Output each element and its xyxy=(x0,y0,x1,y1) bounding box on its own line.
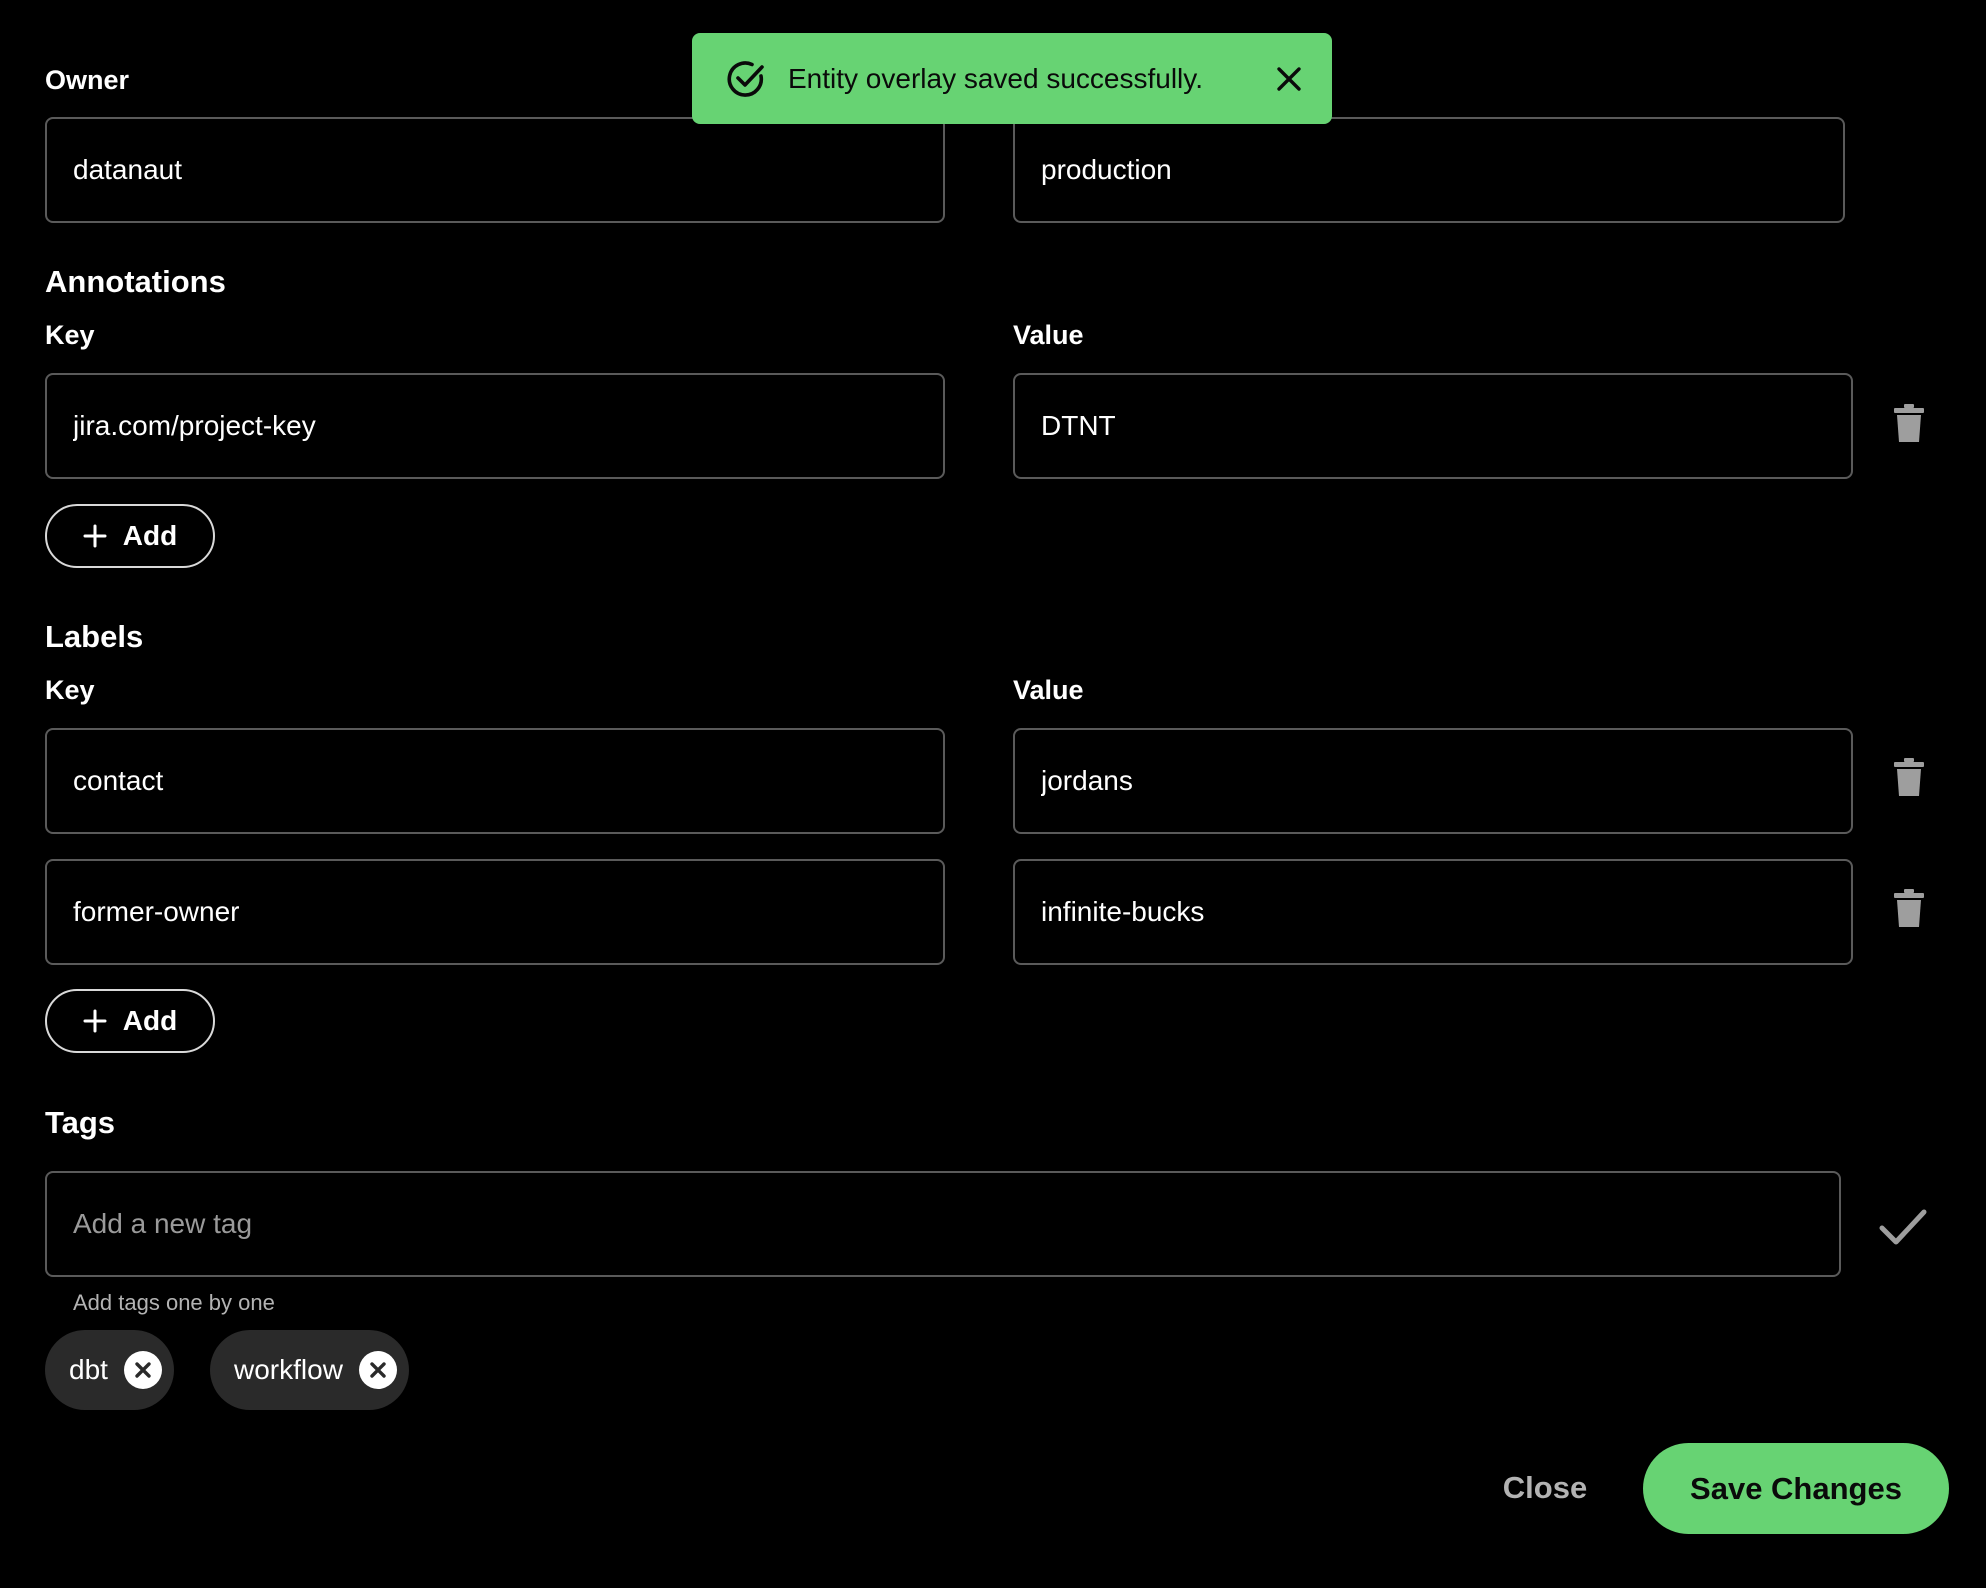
checkmark-icon[interactable] xyxy=(1876,1200,1930,1254)
label-key-field[interactable] xyxy=(45,859,945,965)
trash-icon[interactable] xyxy=(1894,758,1924,796)
label-value-input[interactable] xyxy=(1041,896,1851,928)
lifecycle-field[interactable] xyxy=(1013,117,1845,223)
owner-input[interactable] xyxy=(73,154,943,186)
tag-chip-label: workflow xyxy=(234,1354,343,1385)
annotations-title: Annotations xyxy=(45,264,226,299)
label-value-field[interactable] xyxy=(1013,728,1853,834)
tag-chip-label: dbt xyxy=(69,1354,108,1385)
annotations-key-label: Key xyxy=(45,320,95,350)
check-circle-icon xyxy=(727,60,764,97)
labels-title: Labels xyxy=(45,619,144,654)
labels-value-label: Value xyxy=(1013,675,1084,705)
annotation-value-input[interactable] xyxy=(1041,410,1851,442)
annotation-key-field[interactable] xyxy=(45,373,945,479)
close-circle-icon[interactable] xyxy=(358,1351,397,1389)
add-annotation-button[interactable]: Add xyxy=(45,504,215,568)
add-label-button[interactable]: Add xyxy=(45,989,215,1053)
owner-label: Owner xyxy=(45,65,130,95)
trash-icon[interactable] xyxy=(1894,404,1924,442)
add-label-label: Add xyxy=(122,1005,178,1036)
tag-chip: dbt xyxy=(45,1330,174,1410)
owner-field[interactable] xyxy=(45,117,945,223)
label-value-input[interactable] xyxy=(1041,765,1851,797)
label-key-field[interactable] xyxy=(45,728,945,834)
tag-input[interactable] xyxy=(73,1208,1839,1240)
tag-field[interactable] xyxy=(45,1171,1841,1277)
save-changes-button[interactable]: Save Changes xyxy=(1643,1443,1949,1534)
tag-chip: workflow xyxy=(210,1330,409,1410)
annotations-value-label: Value xyxy=(1013,320,1084,350)
success-toast: Entity overlay saved successfully. xyxy=(692,33,1332,124)
lifecycle-input[interactable] xyxy=(1041,154,1843,186)
trash-icon[interactable] xyxy=(1894,889,1924,927)
annotation-key-input[interactable] xyxy=(73,410,943,442)
add-annotation-label: Add xyxy=(122,520,178,551)
plus-icon xyxy=(83,1009,107,1033)
tags-title: Tags xyxy=(45,1105,116,1140)
close-button[interactable]: Close xyxy=(1480,1466,1610,1510)
annotation-value-field[interactable] xyxy=(1013,373,1853,479)
tags-helper-text: Add tags one by one xyxy=(73,1290,275,1315)
close-circle-icon[interactable] xyxy=(123,1351,162,1389)
labels-key-label: Key xyxy=(45,675,95,705)
entity-overlay-form: Owner Annotations Key Value Add Labels K… xyxy=(0,0,1986,1588)
label-value-field[interactable] xyxy=(1013,859,1853,965)
close-icon[interactable] xyxy=(1274,64,1304,94)
label-key-input[interactable] xyxy=(73,765,943,797)
label-key-input[interactable] xyxy=(73,896,943,928)
toast-message: Entity overlay saved successfully. xyxy=(788,62,1203,94)
plus-icon xyxy=(83,524,107,548)
